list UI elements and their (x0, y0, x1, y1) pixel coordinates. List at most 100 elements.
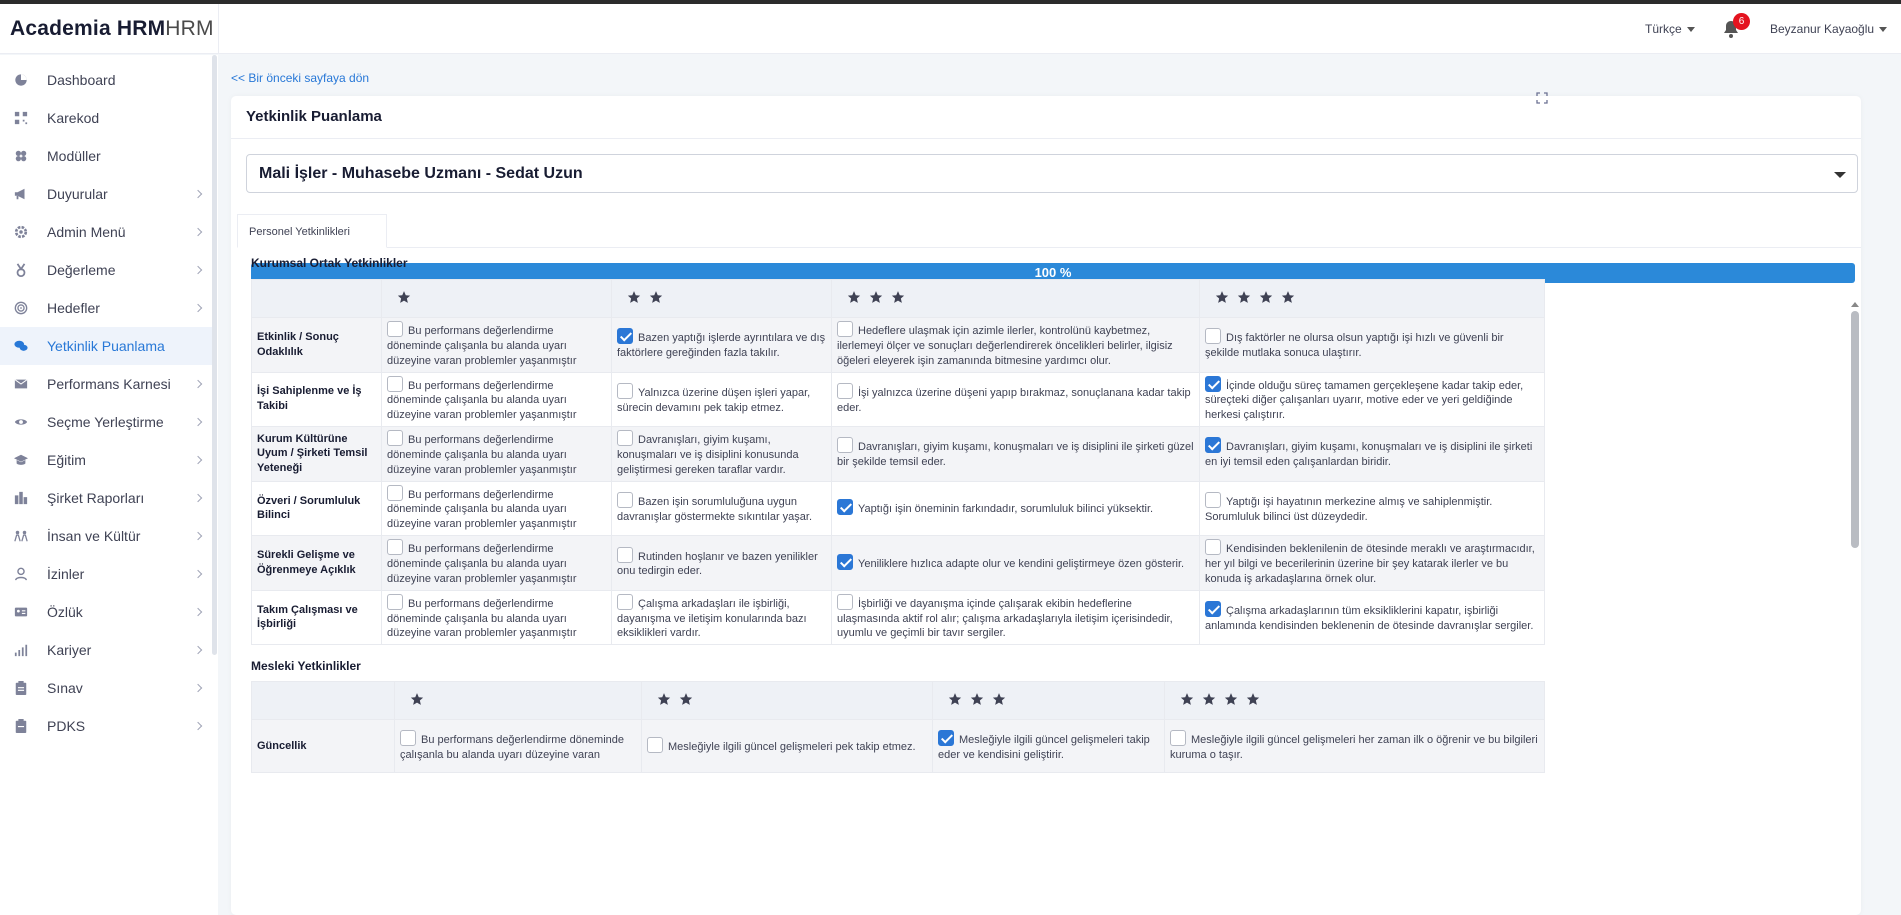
sidebar-item-eğitim[interactable]: Eğitim (0, 441, 212, 479)
sidebar-item-label: Performans Karnesi (47, 376, 171, 392)
checkbox[interactable] (387, 321, 403, 337)
top-header: Academia HRMHRM Türkçe 6 Beyzanur Kayaoğ… (0, 4, 1901, 54)
rating-option-cell[interactable]: Yaptığı işi hayatının merkezine almış ve… (1199, 480, 1545, 537)
back-link[interactable]: << Bir önceki sayfaya dön (231, 71, 369, 85)
star-level-header-1 (381, 279, 612, 318)
checkbox[interactable] (400, 729, 416, 746)
rating-option-text: Bazen işin sorumluluğuna uygun davranışl… (617, 496, 813, 523)
checkbox[interactable] (617, 492, 633, 509)
person-select-value: Mali İşler - Muhasebe Uzmanı - Sedat Uzu… (259, 165, 583, 182)
checkbox[interactable] (387, 539, 403, 556)
qr-code-icon (13, 110, 29, 126)
rating-option-cell[interactable]: Çalışma arkadaşlarının tüm eksikliklerin… (1199, 589, 1545, 646)
sidebar-item-label: Hedefler (47, 300, 100, 316)
checkbox[interactable] (837, 382, 853, 399)
checkbox-checked[interactable] (1205, 437, 1221, 454)
sidebar-item-kariyer[interactable]: Kariyer (0, 631, 212, 669)
sidebar-item-seçme-yerleştirme[interactable]: Seçme Yerleştirme (0, 403, 212, 441)
rating-option-cell[interactable]: İşbirliği ve dayanışma içinde çalışarak … (831, 589, 1200, 646)
rating-option-cell[interactable]: Yalnızca üzerine düşen işleri yapar, sür… (611, 371, 832, 428)
sidebar-item-yetkinlik-puanlama[interactable]: Yetkinlik Puanlama (0, 327, 212, 365)
checkbox[interactable] (617, 593, 633, 610)
rating-option-text: Çalışma arkadaşlarının tüm eksikliklerin… (1205, 605, 1534, 632)
rating-option-cell[interactable]: Bu performans değerlendirme döneminde ça… (381, 480, 612, 537)
content-scrollbar[interactable] (1851, 311, 1859, 548)
rating-option-cell[interactable]: Yeniliklere hızlıca adapte olur ve kendi… (831, 535, 1200, 591)
checkbox[interactable] (617, 546, 633, 563)
rating-option-cell[interactable]: Bazen işin sorumluluğuna uygun davranışl… (611, 480, 832, 537)
checkbox-checked[interactable] (837, 499, 853, 516)
checkbox[interactable] (837, 593, 853, 610)
checkbox-checked[interactable] (938, 729, 954, 746)
modules-icon (13, 148, 29, 164)
rating-option-cell[interactable]: Bu performans değerlendirme döneminde ça… (381, 371, 612, 428)
sidebar-item-karekod[interactable]: Karekod (0, 99, 212, 137)
rating-option-cell[interactable]: Davranışları, giyim kuşamı, konuşmaları … (611, 426, 832, 482)
rating-option-cell[interactable]: Mesleğiyle ilgili güncel gelişmeleri pek… (641, 719, 933, 773)
checkbox[interactable] (387, 375, 403, 392)
sidebar-item-modüller[interactable]: Modüller (0, 137, 212, 175)
sidebar-item-şirket-raporları[interactable]: Şirket Raporları (0, 479, 212, 517)
rating-option-cell[interactable]: Mesleğiyle ilgili güncel gelişmeleri tak… (932, 719, 1165, 773)
checkbox[interactable] (1205, 492, 1221, 509)
rating-option-cell[interactable]: Kendisinden beklenilenin de ötesinde mer… (1199, 535, 1545, 591)
rating-option-cell[interactable]: Yaptığı işin öneminin farkındadır, sorum… (831, 480, 1200, 537)
checkbox[interactable] (617, 382, 633, 399)
sidebar-item-dashboard[interactable]: Dashboard (0, 61, 212, 99)
checkbox[interactable] (837, 437, 853, 454)
rating-option-cell[interactable]: Çalışma arkadaşları ile işbirliği, dayan… (611, 589, 832, 646)
checkbox[interactable] (387, 593, 403, 610)
language-selector[interactable]: Türkçe (1645, 22, 1695, 36)
checkbox[interactable] (387, 484, 403, 501)
sidebar-item-admin-menü[interactable]: Admin Menü (0, 213, 212, 251)
checkbox[interactable] (1170, 729, 1186, 746)
star-level-header-2 (641, 681, 933, 720)
checkbox-checked[interactable] (837, 553, 853, 570)
checkbox[interactable] (1205, 328, 1221, 345)
checkbox-checked[interactable] (1205, 375, 1221, 392)
chevron-right-icon (193, 645, 203, 655)
rating-option-cell[interactable]: Rutinden hoşlanır ve bazen yenilikler on… (611, 535, 832, 591)
checkbox-checked[interactable] (1205, 601, 1221, 618)
checkbox-checked[interactable] (617, 328, 633, 345)
rating-option-cell[interactable]: Davranışları, giyim kuşamı, konuşmaları … (831, 426, 1200, 482)
table-row: Özveri / Sorumluluk Bilinci Bu performans… (251, 480, 1545, 537)
scroll-up-arrow-icon[interactable] (1851, 302, 1859, 307)
rating-option-cell[interactable]: Bu performans değerlendirme döneminde ça… (394, 719, 642, 773)
rating-option-cell[interactable]: Bu performans değerlendirme döneminde ça… (381, 426, 612, 482)
tab-personel-yetkinlikleri[interactable]: Personel Yetkinlikleri (237, 214, 387, 248)
sidebar-item-pdks[interactable]: PDKS (0, 707, 212, 745)
sidebar-item-i-nsan-ve-kültür[interactable]: İnsan ve Kültür (0, 517, 212, 555)
user-menu[interactable]: Beyzanur Kayaoğlu (1770, 22, 1888, 36)
rating-option-cell[interactable]: Davranışları, giyim kuşamı, konuşmaları … (1199, 426, 1545, 482)
app-logo[interactable]: Academia HRMHRM (10, 17, 214, 41)
rating-option-cell[interactable]: İşi yalnızca üzerine düşeni yapıp bırakm… (831, 371, 1200, 428)
sidebar-item-değerleme[interactable]: Değerleme (0, 251, 212, 289)
sidebar-item-duyurular[interactable]: Duyurular (0, 175, 212, 213)
star-level-header-2 (611, 279, 832, 318)
sidebar-item-sınav[interactable]: Sınav (0, 669, 212, 707)
rating-option-cell[interactable]: İçinde olduğu süreç tamamen gerçekleşene… (1199, 371, 1545, 428)
sidebar-item-i-zinler[interactable]: İzinler (0, 555, 212, 593)
rating-option-cell[interactable]: Dış faktörler ne olursa olsun yaptığı iş… (1199, 317, 1545, 373)
rating-option-cell[interactable]: Bu performans değerlendirme döneminde ça… (381, 317, 612, 373)
checkbox[interactable] (617, 430, 633, 447)
checkbox[interactable] (837, 321, 853, 337)
checkbox[interactable] (1205, 539, 1221, 556)
rating-option-cell[interactable]: Bazen yaptığı işlerde ayrıntılara ve dış… (611, 317, 832, 373)
rating-option-cell[interactable]: Bu performans değerlendirme döneminde ça… (381, 535, 612, 591)
notification-badge: 6 (1733, 13, 1750, 30)
sidebar-item-özlük[interactable]: Özlük (0, 593, 212, 631)
sidebar-scrollbar[interactable] (212, 55, 217, 655)
rating-option-cell[interactable]: Hedeflere ulaşmak için azimle ilerler, k… (831, 317, 1200, 373)
star-icon (657, 693, 679, 709)
rating-option-cell[interactable]: Mesleğiyle ilgili güncel gelişmeleri her… (1164, 719, 1545, 773)
checkbox[interactable] (647, 737, 663, 754)
sidebar-item-performans-karnesi[interactable]: Performans Karnesi (0, 365, 212, 403)
sidebar-item-hedefler[interactable]: Hedefler (0, 289, 212, 327)
sidebar-item-label: Admin Menü (47, 224, 126, 240)
rating-option-cell[interactable]: Bu performans değerlendirme döneminde ça… (381, 589, 612, 646)
person-select[interactable]: Mali İşler - Muhasebe Uzmanı - Sedat Uzu… (246, 154, 1858, 193)
checkbox[interactable] (387, 430, 403, 447)
envelope-icon (13, 376, 29, 392)
